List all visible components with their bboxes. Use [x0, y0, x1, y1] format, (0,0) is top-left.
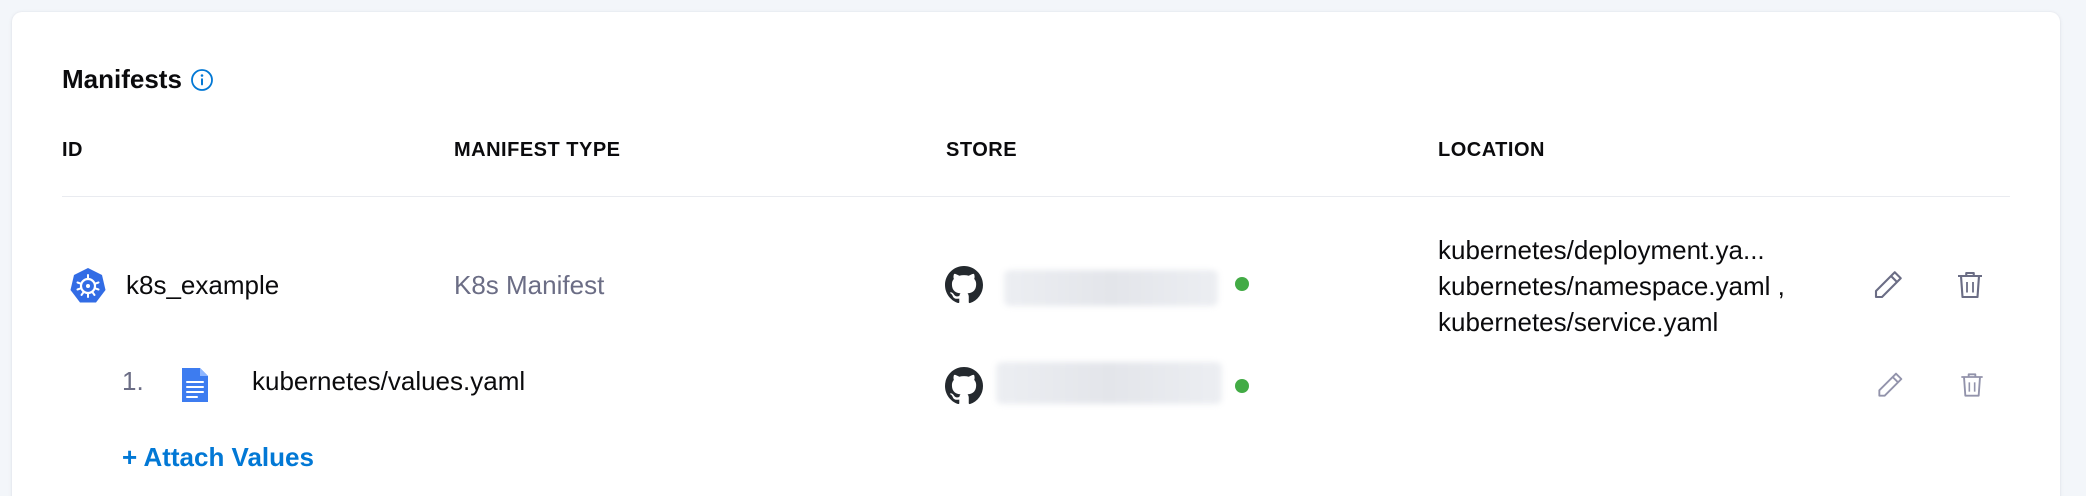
attach-values-link[interactable]: + Attach Values: [122, 442, 314, 473]
column-header-manifest-type: MANIFEST TYPE: [454, 139, 621, 161]
section-title: Manifests: [62, 64, 214, 95]
info-circle-icon[interactable]: [190, 68, 214, 92]
edit-pencil-icon[interactable]: [1870, 267, 1906, 303]
store-status-dot: [1235, 277, 1249, 291]
redacted-connector: [1004, 270, 1218, 306]
delete-trash-icon[interactable]: [1952, 267, 1988, 303]
document-icon: [182, 368, 208, 402]
column-header-id: ID: [62, 139, 83, 161]
manifest-id: k8s_example: [126, 270, 280, 300]
section-title-text: Manifests: [62, 64, 182, 94]
manifest-type: K8s Manifest: [454, 270, 605, 300]
kubernetes-icon: [70, 268, 106, 303]
github-icon: [945, 266, 983, 304]
redacted-connector: [996, 362, 1222, 404]
values-index: 1.: [122, 366, 144, 396]
location-path: kubernetes/service.yaml: [1438, 307, 1719, 337]
location-path: kubernetes/namespace.yaml ,: [1438, 271, 1785, 301]
edit-pencil-icon[interactable]: [1874, 369, 1906, 401]
manifest-location: kubernetes/deployment.ya... kubernetes/n…: [1438, 232, 1785, 340]
delete-trash-icon[interactable]: [1956, 369, 1988, 401]
github-icon: [945, 367, 983, 405]
store-status-dot: [1235, 379, 1249, 393]
location-path: kubernetes/deployment.ya...: [1438, 235, 1765, 265]
header-divider: [62, 196, 2010, 197]
values-file-name: kubernetes/values.yaml: [252, 366, 526, 396]
column-header-store: STORE: [946, 139, 1018, 161]
column-header-location: LOCATION: [1438, 139, 1545, 161]
